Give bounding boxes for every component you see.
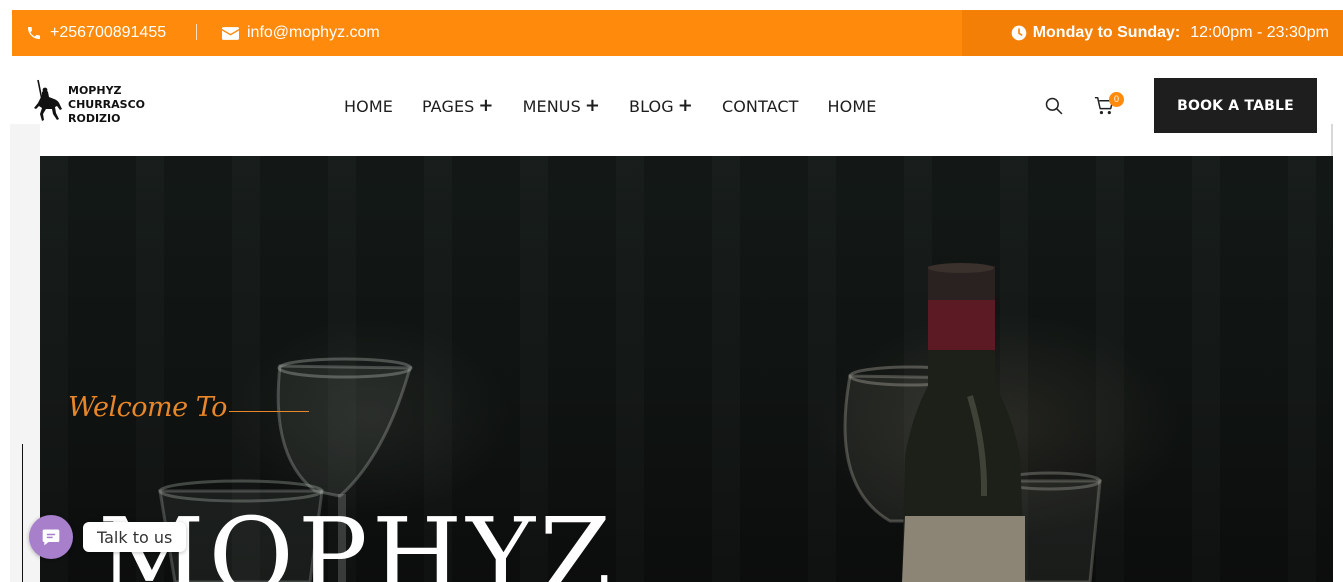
left-vertical-line	[22, 444, 23, 582]
chat-widget-button[interactable]	[29, 515, 73, 559]
site-logo[interactable]: MOPHYZ CHURRASCO RODIZIO	[28, 78, 145, 132]
nav-item-home-2[interactable]: HOME	[828, 97, 877, 116]
site-header: MOPHYZ CHURRASCO RODIZIO HOME PAGES + MEN…	[12, 56, 1333, 156]
nav-label: BLOG	[629, 96, 674, 116]
left-side-strip	[10, 124, 40, 582]
hours-label: Monday to Sunday:	[1032, 24, 1181, 41]
nav-label: HOME	[344, 96, 393, 116]
email-address[interactable]: info@mophyz.com	[247, 24, 380, 42]
envelope-icon	[222, 26, 239, 40]
nav-item-home[interactable]: HOME	[344, 97, 393, 116]
chat-widget-label[interactable]: Talk to us	[83, 522, 187, 552]
nav-label: PAGES	[421, 96, 475, 116]
main-navigation: HOME PAGES + MENUS + BLOG + CONTACT HOME	[344, 56, 876, 156]
topbar-divider	[196, 24, 197, 40]
nav-item-blog[interactable]: BLOG +	[629, 97, 693, 116]
search-button[interactable]	[1044, 96, 1064, 121]
hero-banner: Welcome To MOPHYZ	[40, 156, 1333, 582]
welcome-tagline: Welcome To	[68, 392, 227, 423]
phone-icon	[28, 27, 40, 39]
nav-label: CONTACT	[721, 96, 799, 116]
header-edge-line	[1331, 124, 1333, 156]
nav-item-contact[interactable]: CONTACT	[722, 97, 799, 116]
welcome-underline	[229, 411, 309, 412]
opening-hours: Monday to Sunday: 12:00pm - 23:30pm	[962, 10, 1343, 56]
plus-icon: +	[584, 95, 601, 116]
nav-label: MENUS	[522, 96, 581, 116]
logo-line-2: CHURRASCO	[68, 98, 146, 111]
top-info-bar: +256700891455 info@mophyz.com Monday to …	[12, 10, 1343, 56]
cart-count-badge: 0	[1109, 92, 1124, 107]
nav-item-menus[interactable]: MENUS +	[523, 97, 600, 116]
phone-number[interactable]: +256700891455	[50, 24, 166, 42]
email-contact[interactable]: info@mophyz.com	[222, 10, 380, 56]
plus-icon: +	[677, 95, 693, 116]
hours-value: 12:00pm - 23:30pm	[1190, 24, 1329, 41]
logo-line-1: MOPHYZ	[68, 84, 122, 97]
nav-label: HOME	[827, 96, 877, 116]
chat-bubble-icon	[42, 529, 60, 546]
search-icon	[1045, 97, 1063, 115]
nav-item-pages[interactable]: PAGES +	[422, 97, 494, 116]
book-a-table-button[interactable]: BOOK A TABLE	[1154, 78, 1317, 133]
clock-icon	[1011, 25, 1027, 41]
logo-text: MOPHYZ CHURRASCO RODIZIO	[68, 84, 145, 126]
phone-contact[interactable]: +256700891455	[26, 10, 166, 56]
logo-line-3: RODIZIO	[68, 112, 121, 125]
plus-icon: +	[478, 95, 494, 116]
